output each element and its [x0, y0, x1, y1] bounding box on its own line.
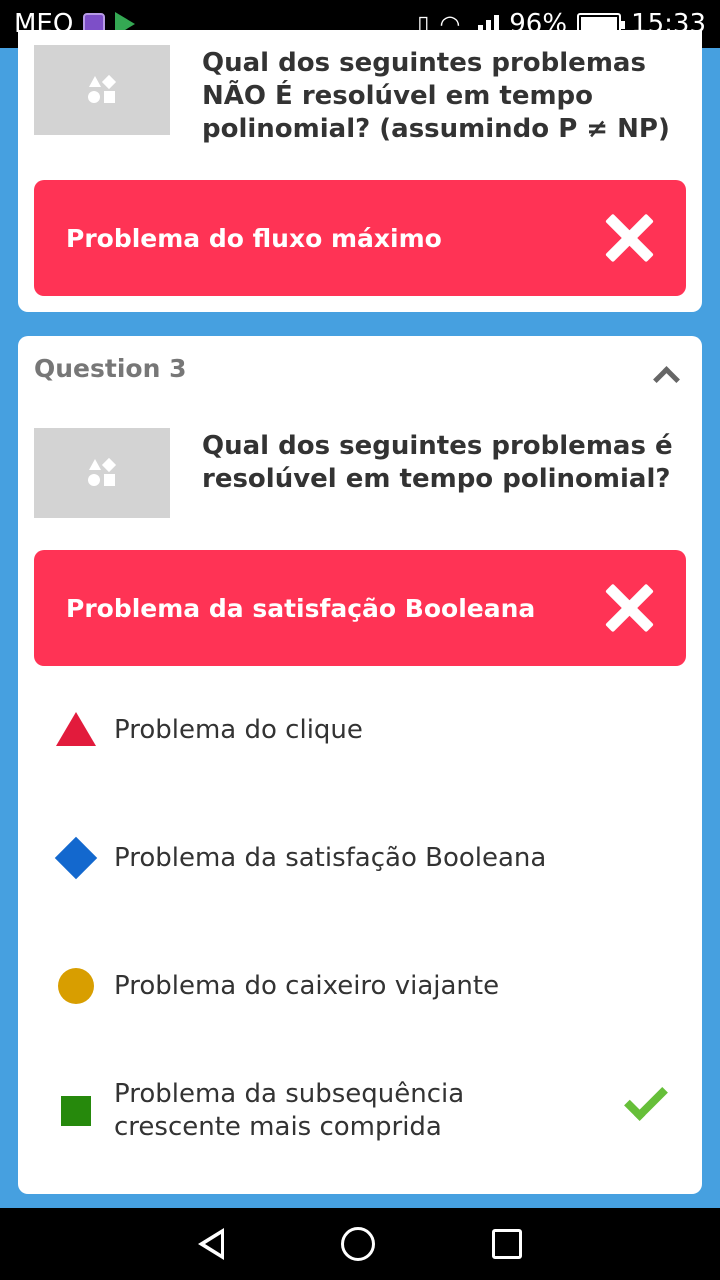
question-text: Qual dos seguintes problemas é resolúvel…: [202, 431, 673, 494]
answer-option: Problema do caixeiro viajante: [54, 964, 684, 1008]
diamond-icon: [54, 836, 98, 880]
chevron-up-icon[interactable]: [654, 362, 678, 386]
question-number: Question 3: [34, 354, 187, 383]
given-answer-text: Problema da satisfação Booleana: [66, 593, 536, 623]
checkmark-icon: [624, 1077, 668, 1121]
back-icon[interactable]: [198, 1228, 225, 1260]
recent-apps-icon[interactable]: [491, 1229, 522, 1259]
square-icon: [54, 1089, 98, 1133]
given-answer-wrong: Problema do fluxo máximo: [34, 180, 686, 296]
question-image-placeholder: [34, 45, 170, 135]
option-text: Problema da satisfação Booleana: [114, 842, 547, 873]
triangle-icon: [54, 708, 98, 752]
answer-option: Problema do clique: [54, 708, 684, 752]
option-text: Problema do clique: [114, 714, 363, 745]
close-icon: [606, 585, 652, 631]
question-3-card: Question 3 Qual dos seguintes problemas …: [18, 336, 702, 1194]
home-icon[interactable]: [340, 1227, 375, 1261]
previous-question-card: Qual dos seguintes problemas NÃO É resol…: [18, 30, 702, 312]
shapes-icon: [87, 457, 117, 487]
given-answer-text: Problema do fluxo máximo: [66, 223, 442, 253]
question-image-placeholder: [34, 428, 170, 518]
option-text: Problema da subsequência crescente mais …: [114, 1079, 465, 1142]
navigation-bar: [0, 1208, 720, 1280]
circle-icon: [54, 964, 98, 1008]
given-answer-wrong: Problema da satisfação Booleana: [34, 550, 686, 666]
answer-option: Problema da satisfação Booleana: [54, 836, 684, 880]
shapes-icon: [87, 74, 117, 104]
close-icon: [606, 215, 652, 261]
option-text: Problema do caixeiro viajante: [114, 970, 500, 1001]
answer-option-correct: Problema da subsequência crescente mais …: [54, 1077, 684, 1144]
question-text: Qual dos seguintes problemas NÃO É resol…: [202, 48, 670, 144]
